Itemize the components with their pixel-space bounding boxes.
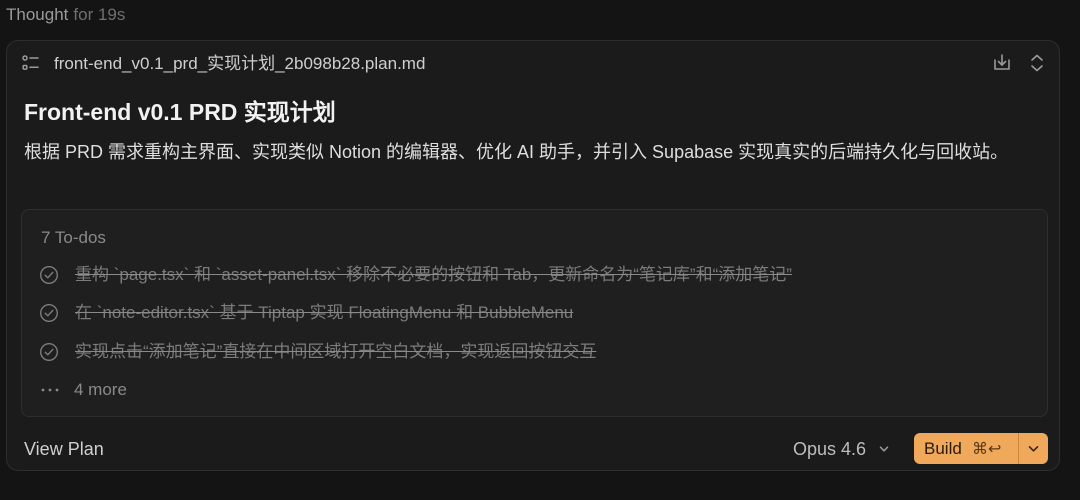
plan-card: front-end_v0.1_prd_实现计划_2b098b28.plan.md… bbox=[6, 40, 1060, 471]
ellipsis-icon bbox=[41, 388, 59, 392]
todos-panel: 7 To-dos 重构 `page.tsx` 和 `asset-panel.ts… bbox=[21, 209, 1048, 417]
todo-text: 在 `note-editor.tsx` 基于 Tiptap 实现 Floatin… bbox=[75, 303, 574, 322]
todo-text: 重构 `page.tsx` 和 `asset-panel.tsx` 移除不必要的… bbox=[75, 265, 792, 284]
build-label: Build bbox=[924, 439, 962, 458]
plan-description: 根据 PRD 需求重构主界面、实现类似 Notion 的编辑器、优化 AI 助手… bbox=[24, 142, 1009, 162]
check-circle-icon bbox=[39, 342, 59, 362]
download-icon[interactable] bbox=[991, 52, 1013, 74]
view-plan-button[interactable]: View Plan bbox=[24, 437, 104, 461]
build-button-group: Build ⌘↩ bbox=[914, 433, 1048, 464]
check-circle-icon bbox=[39, 303, 59, 323]
chevron-down-icon bbox=[1028, 445, 1039, 452]
plan-title: Front-end v0.1 PRD 实现计划 bbox=[24, 99, 336, 125]
model-label: Opus 4.6 bbox=[793, 439, 867, 459]
build-button[interactable]: Build ⌘↩ bbox=[914, 433, 1018, 464]
plan-filename[interactable]: front-end_v0.1_prd_实现计划_2b098b28.plan.md bbox=[54, 53, 425, 75]
check-circle-icon bbox=[39, 265, 59, 285]
todo-text: 实现点击“添加笔记”直接在中间区域打开空白文档，实现返回按钮交互 bbox=[75, 342, 597, 361]
thought-status: Thought for 19s bbox=[6, 4, 125, 26]
build-options-button[interactable] bbox=[1019, 433, 1048, 464]
build-shortcut: ⌘↩ bbox=[972, 439, 1002, 458]
thought-label: Thought bbox=[6, 5, 69, 24]
list-icon bbox=[22, 55, 39, 70]
more-todos-label: 4 more bbox=[74, 380, 127, 399]
thought-duration: for 19s bbox=[73, 5, 126, 24]
todos-count: 7 To-dos bbox=[41, 228, 106, 247]
plan-card-header: front-end_v0.1_prd_实现计划_2b098b28.plan.md bbox=[7, 41, 1059, 87]
expand-collapse-icon[interactable] bbox=[1027, 52, 1047, 74]
chevron-down-icon bbox=[879, 446, 889, 452]
